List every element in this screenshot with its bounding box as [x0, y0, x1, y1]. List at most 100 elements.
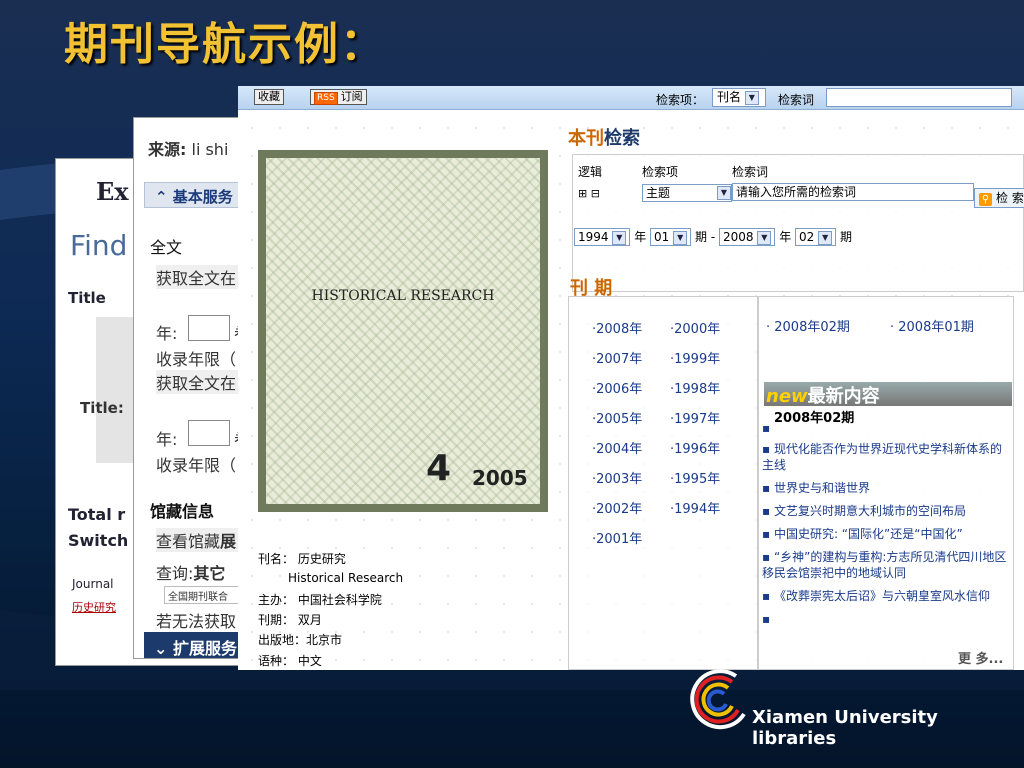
query-other[interactable]: 其它 — [193, 564, 225, 583]
year-link[interactable]: ·2008年 — [592, 318, 642, 337]
news-item[interactable]: ▪ — [762, 420, 1010, 432]
year-link[interactable]: ·1997年 — [670, 408, 720, 427]
back-find-text: Find — [70, 229, 128, 262]
journal-search-title-b: 检索 — [604, 128, 640, 149]
latest-content-header: new最新内容 — [764, 382, 1012, 407]
holdings-heading: 馆藏信息 — [150, 502, 215, 521]
view-holdings-bold: 展 — [220, 532, 237, 551]
news-item[interactable]: ▪ 《改葬崇宪太后诏》与六朝皇室风水信仰 — [762, 588, 1010, 604]
journal-search-panel — [572, 154, 1024, 292]
news-item-text: 世界史与和谐世界 — [773, 481, 870, 495]
chevron-down-icon: ▼ — [673, 230, 688, 245]
back-total-text: Total r — [68, 505, 126, 524]
issue-link[interactable]: · 2008年02期 — [766, 316, 850, 335]
chevron-down-icon: ▼ — [612, 230, 627, 245]
to-issue-select[interactable]: 02 ▼ — [795, 228, 837, 246]
meta-lang-value: 中文 — [297, 654, 322, 668]
from-issue-select[interactable]: 01 ▼ — [650, 228, 692, 246]
search-item-select[interactable]: 刊名 ▼ — [712, 88, 766, 107]
news-item[interactable]: ▪ 中国史研究: “国际化”还是“中国化” — [762, 526, 1010, 542]
search-button-label: 检 索 — [996, 191, 1024, 205]
back-journal-link[interactable]: 历史研究 — [72, 599, 116, 615]
library-logo-icon — [690, 669, 746, 730]
add-remove-row-icons[interactable]: ⊞ ⊟ — [578, 187, 600, 200]
meta-freq-value: 双月 — [297, 613, 322, 627]
front-window-journal-page: 收藏 RSS 订阅 检索项： 刊名 ▼ 检索词 HISTORICAL RESEAR… — [238, 86, 1024, 670]
year-link[interactable]: ·2003年 — [592, 468, 642, 487]
meta-sponsor-row: 主办： 中国社会科学院 — [258, 591, 382, 608]
year-link[interactable]: ·1995年 — [670, 468, 720, 487]
search-word-label: 检索词 — [778, 93, 815, 107]
cover-year: 2005 — [472, 466, 528, 490]
rss-subscribe-button[interactable]: RSS 订阅 — [310, 89, 367, 105]
news-item-text: 现代化能否作为世界近现代史学科新体系的主线 — [762, 442, 1002, 472]
year-link[interactable]: ·1998年 — [670, 378, 720, 397]
journal-search-title-a: 本刊 — [568, 128, 604, 149]
news-item[interactable]: ▪ 现代化能否作为世界近现代史学科新体系的主线 — [762, 441, 1010, 473]
meta-sponsor-value: 中国社会科学院 — [297, 593, 382, 607]
meta-lang-label: 语种： — [258, 654, 295, 668]
year-link[interactable]: ·2005年 — [592, 408, 642, 427]
year-link[interactable]: ·2006年 — [592, 378, 642, 397]
more-link[interactable]: 更 多... — [958, 648, 1003, 667]
search-term-input[interactable]: 请输入您所需的检索词 — [732, 183, 974, 201]
to-year-select[interactable]: 2008 ▼ — [719, 228, 776, 246]
issue-link[interactable]: · 2008年01期 — [890, 316, 974, 335]
news-item[interactable]: ▪ 世界史与和谐世界 — [762, 480, 1010, 496]
back-journal-label: Journal — [72, 577, 114, 591]
coverage-2: 收录年限（ — [156, 456, 237, 475]
year-link[interactable]: ·1996年 — [670, 438, 720, 457]
issue-label: 期 — [839, 230, 852, 244]
coverage-1: 收录年限（ — [156, 350, 237, 369]
back-title-label-2: Title: — [80, 399, 124, 417]
news-item[interactable]: ▪ — [762, 611, 1010, 639]
year-link[interactable]: ·1999年 — [670, 348, 720, 367]
source-label: 来源: — [148, 140, 187, 159]
meta-lang-row: 语种： 中文 — [258, 652, 322, 669]
slide-title: 期刊导航示例： — [64, 19, 386, 70]
year-label: 年 — [634, 230, 647, 244]
chevron-down-icon: ▼ — [818, 230, 833, 245]
year-link[interactable]: ·2002年 — [592, 498, 642, 517]
source-line: 来源: li shi — [148, 136, 228, 160]
year-link[interactable]: ·2000年 — [670, 318, 720, 337]
chevron-down-icon: ▼ — [717, 186, 731, 200]
search-item-value: 刊名 — [717, 90, 742, 104]
rss-icon: RSS — [314, 92, 338, 105]
new-badge: new — [766, 386, 808, 407]
meta-name-value: 历史研究 — [297, 552, 346, 566]
meta-place-value: 北京市 — [306, 633, 343, 647]
latest-header-text: 最新内容 — [807, 386, 880, 407]
issue-range: 1994 ▼ 年 01 ▼ 期 - 2008 ▼ 年 02 ▼ 期 — [574, 228, 852, 246]
view-holdings-text: 查看馆藏 — [156, 532, 221, 551]
journal-search-title: 本刊检索 — [568, 124, 640, 150]
search-button[interactable]: ⚲ 检 索 — [974, 188, 1024, 208]
search-item-label: 检索项： — [656, 93, 705, 107]
chevron-down-icon: ▼ — [744, 90, 759, 105]
search-icon: ⚲ — [979, 193, 992, 206]
chevron-down-icon: ▼ — [757, 230, 772, 245]
year-link[interactable]: ·2001年 — [592, 528, 642, 547]
meta-name-row: 刊名： 历史研究 — [258, 550, 346, 567]
from-year-select[interactable]: 1994 ▼ — [574, 228, 631, 246]
search-field-value: 主题 — [646, 186, 671, 200]
collect-button[interactable]: 收藏 — [254, 89, 284, 105]
back-title-label: Title — [68, 289, 106, 307]
top-toolbar: 收藏 RSS 订阅 检索项： 刊名 ▼ 检索词 — [238, 86, 1024, 110]
year-input-2[interactable] — [188, 420, 230, 446]
year-label-2: 年: — [156, 430, 178, 449]
year-link[interactable]: ·2007年 — [592, 348, 642, 367]
year-input-1[interactable] — [188, 315, 230, 341]
news-item-text: 文艺复兴时期意大利城市的空间布局 — [773, 504, 966, 518]
year-link[interactable]: ·1994年 — [670, 498, 720, 517]
to-year-value: 2008 — [723, 230, 754, 244]
meta-freq-row: 刊期： 双月 — [258, 611, 322, 628]
search-field-select[interactable]: 主题 ▼ — [642, 184, 732, 202]
top-search-input[interactable] — [826, 88, 1012, 107]
range-dash: - — [710, 230, 716, 244]
library-name: Xiamen University libraries — [752, 707, 938, 749]
meta-sponsor-label: 主办： — [258, 593, 295, 607]
news-item[interactable]: ▪ 文艺复兴时期意大利城市的空间布局 — [762, 503, 1010, 519]
news-item[interactable]: ▪ “乡神”的建构与重构:方志所见清代四川地区移民会馆崇祀中的地域认同 — [762, 549, 1010, 581]
year-link[interactable]: ·2004年 — [592, 438, 642, 457]
